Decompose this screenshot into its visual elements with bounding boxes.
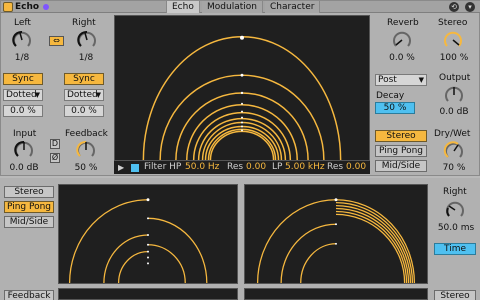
feedback-knob[interactable]	[75, 139, 97, 161]
reverb-knob[interactable]	[391, 29, 413, 51]
left-time-value: 1/8	[14, 53, 30, 63]
hot-swap-icon[interactable]: ⟲	[449, 2, 459, 12]
mode-left-value: Dotted	[6, 90, 37, 100]
filter-bar: ▶ Filter HP 50.0 Hz Res 0.00 LP 5.00 kHz…	[114, 161, 370, 174]
lower-stereo-label[interactable]: Stereo	[434, 290, 476, 300]
lp-label: LP	[272, 162, 283, 172]
reverb-value: 0.0 %	[389, 53, 415, 63]
midside-mode-button[interactable]: Mid/Side	[375, 160, 427, 172]
device-power-button[interactable]	[3, 2, 13, 12]
offset-right-field[interactable]: 0.0 %	[64, 105, 104, 117]
right-time-knob[interactable]	[76, 29, 98, 51]
decay-field[interactable]: 50 %	[375, 102, 415, 114]
tab-modulation[interactable]: Modulation	[202, 1, 263, 13]
chevron-down-icon: ▼	[95, 91, 101, 99]
left-time-knob[interactable]	[11, 29, 33, 51]
tab-echo[interactable]: Echo	[166, 1, 200, 13]
stereo-display-2	[244, 288, 428, 300]
chevron-down-icon: ▼	[34, 91, 40, 99]
tab-character[interactable]: Character	[265, 1, 321, 13]
res-label-1: Res	[227, 162, 244, 172]
device-color-dot-icon	[43, 4, 49, 10]
feedback-display	[58, 288, 238, 300]
link-toggle-button[interactable]: ⇔	[49, 36, 64, 46]
mode-right-value: Dotted	[67, 90, 98, 100]
stereo-mode-button[interactable]: Stereo	[375, 130, 427, 142]
output-value: 0.0 dB	[439, 107, 469, 117]
right-label: Right	[72, 18, 96, 28]
save-preset-icon[interactable]: ▾	[465, 2, 475, 12]
lower-midside-button[interactable]: Mid/Side	[4, 216, 54, 228]
hp-value[interactable]: 50.0 Hz	[185, 161, 219, 174]
sync-right-button[interactable]: Sync	[64, 73, 104, 85]
echo-device: Echo Echo Modulation Character ⟲ ▾ Left …	[0, 0, 480, 176]
lower-pingpong-button[interactable]: Ping Pong	[4, 201, 54, 213]
lower-feedback-label: Feedback	[4, 290, 54, 300]
drywet-value: 70 %	[442, 163, 466, 173]
stereo-value: 100 %	[439, 53, 469, 63]
lower-right-value: 50.0 ms	[437, 223, 475, 233]
drywet-label: Dry/Wet	[434, 129, 471, 139]
res-label-2: Res	[327, 162, 344, 172]
left-label: Left	[14, 18, 31, 28]
decay-label: Decay	[376, 91, 405, 101]
lp-value[interactable]: 5.00 kHz	[285, 161, 325, 174]
reverb-label: Reverb	[387, 18, 419, 28]
output-label: Output	[439, 73, 471, 83]
echo-tunnel-display	[114, 15, 370, 161]
offset-left-field[interactable]: 0.0 %	[3, 105, 43, 117]
reverb-position-dropdown[interactable]: Post ▼	[375, 74, 427, 86]
stereo-label: Stereo	[438, 18, 468, 28]
stereo-knob[interactable]	[442, 29, 464, 51]
device-title: Echo	[15, 2, 40, 12]
res-value-2[interactable]: 0.00	[346, 161, 366, 174]
chevron-down-icon: ▼	[418, 76, 424, 84]
right-time-value: 1/8	[78, 53, 94, 63]
phase-invert-button[interactable]: Ø	[50, 153, 60, 163]
stereo-display	[244, 184, 428, 284]
d-toggle-button[interactable]: D	[50, 139, 60, 149]
input-value: 0.0 dB	[9, 163, 39, 173]
sync-left-button[interactable]: Sync	[3, 73, 43, 85]
input-knob[interactable]	[13, 139, 35, 161]
mode-left-dropdown[interactable]: Dotted ▼	[3, 89, 43, 101]
res-value-1[interactable]: 0.00	[246, 161, 266, 174]
pingpong-mode-button[interactable]: Ping Pong	[375, 145, 427, 157]
lower-right-knob[interactable]	[444, 199, 466, 221]
pingpong-display	[58, 184, 238, 284]
filter-toggle-checkbox[interactable]	[131, 164, 139, 172]
play-icon[interactable]: ▶	[118, 161, 124, 174]
drywet-knob[interactable]	[443, 140, 465, 162]
mode-right-dropdown[interactable]: Dotted ▼	[64, 89, 104, 101]
output-knob[interactable]	[443, 84, 465, 106]
post-value: Post	[378, 75, 397, 85]
feedback-value: 50 %	[74, 163, 98, 173]
lower-stereo-button[interactable]: Stereo	[4, 186, 54, 198]
lower-right-label: Right	[443, 187, 467, 197]
time-mode-button[interactable]: Time	[434, 243, 476, 255]
filter-hp-label: Filter HP	[144, 162, 182, 172]
